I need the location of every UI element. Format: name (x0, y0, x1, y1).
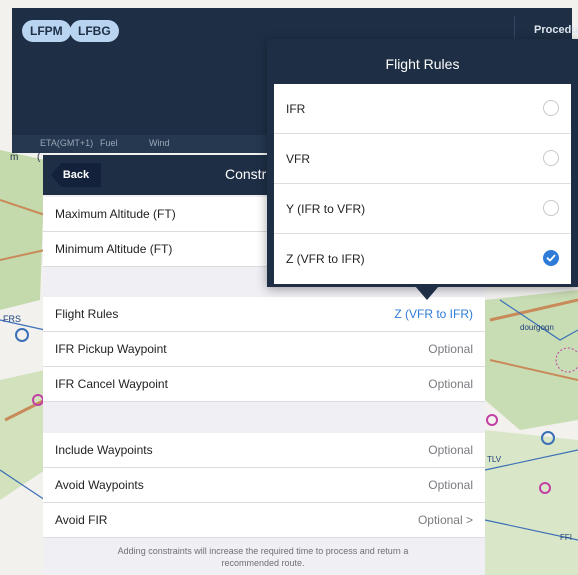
row-value: Optional (428, 377, 473, 391)
option-y-ifr-to-vfr[interactable]: Y (IFR to VFR) (274, 184, 571, 234)
ifr-pickup-waypoint-row[interactable]: IFR Pickup Waypoint Optional (43, 332, 485, 367)
row-value: Z (VFR to IFR) (394, 307, 473, 321)
map-label-frs: FRS (3, 314, 21, 324)
map-label-bourgogne: dourgogn (520, 323, 554, 332)
ifr-cancel-waypoint-row[interactable]: IFR Cancel Waypoint Optional (43, 367, 485, 402)
column-wind: Wind (149, 138, 170, 148)
footnote-line: Adding constraints will increase the req… (117, 546, 409, 556)
flight-rules-options: IFR VFR Y (IFR to VFR) Z (VFR to IFR) (274, 84, 571, 284)
row-label: IFR Pickup Waypoint (55, 342, 167, 356)
column-header-bar: ETA(GMT+1) Fuel Wind (12, 135, 280, 153)
constraints-footnote: Adding constraints will increase the req… (63, 545, 463, 569)
radio-checked-icon[interactable] (543, 250, 559, 266)
procedures-button[interactable]: Procedur (534, 24, 578, 36)
airport-chip-arrival[interactable]: LFBG (70, 20, 119, 42)
airport-chip-departure[interactable]: LFPM (22, 20, 71, 42)
option-vfr[interactable]: VFR (274, 134, 571, 184)
row-label: Minimum Altitude (FT) (55, 242, 173, 256)
flight-rules-row[interactable]: Flight Rules Z (VFR to IFR) (43, 297, 485, 332)
popover-title: Flight Rules (385, 56, 460, 72)
row-label: Include Waypoints (55, 443, 153, 457)
map-label-ffi: FFI (560, 533, 572, 542)
radio-unchecked-icon[interactable] (543, 150, 559, 166)
row-label: IFR Cancel Waypoint (55, 377, 168, 391)
option-label: Y (IFR to VFR) (286, 202, 366, 216)
row-label: Avoid FIR (55, 513, 108, 527)
column-fuel: Fuel (100, 138, 118, 148)
back-button[interactable]: Back (51, 163, 101, 187)
row-label: Maximum Altitude (FT) (55, 207, 176, 221)
row-value: Optional (428, 478, 473, 492)
option-label: Z (VFR to IFR) (286, 252, 365, 266)
row-label: Avoid Waypoints (55, 478, 144, 492)
header-fragment: ( (37, 152, 41, 163)
option-ifr[interactable]: IFR (274, 84, 571, 134)
popover-arrow (415, 286, 439, 300)
footnote-line: recommended route. (221, 558, 305, 568)
include-waypoints-row[interactable]: Include Waypoints Optional (43, 433, 485, 468)
option-label: VFR (286, 152, 310, 166)
avoid-fir-row[interactable]: Avoid FIR Optional > (43, 503, 485, 538)
option-label: IFR (286, 102, 306, 116)
radio-unchecked-icon[interactable] (543, 200, 559, 216)
row-value: Optional (428, 342, 473, 356)
avoid-waypoints-row[interactable]: Avoid Waypoints Optional (43, 468, 485, 503)
map-label-tlv: TLV (487, 455, 502, 464)
row-value: Optional > (417, 513, 473, 527)
row-label: Flight Rules (55, 307, 119, 321)
header-fragment: m (10, 152, 19, 163)
option-z-vfr-to-ifr[interactable]: Z (VFR to IFR) (274, 234, 571, 284)
row-value: Optional (428, 443, 473, 457)
column-eta: ETA(GMT+1) (40, 138, 94, 148)
sheet-title: Constr (225, 166, 267, 182)
flight-rules-popover: Flight Rules IFR VFR Y (IFR to VFR) Z (V… (267, 39, 578, 287)
radio-unchecked-icon[interactable] (543, 100, 559, 116)
